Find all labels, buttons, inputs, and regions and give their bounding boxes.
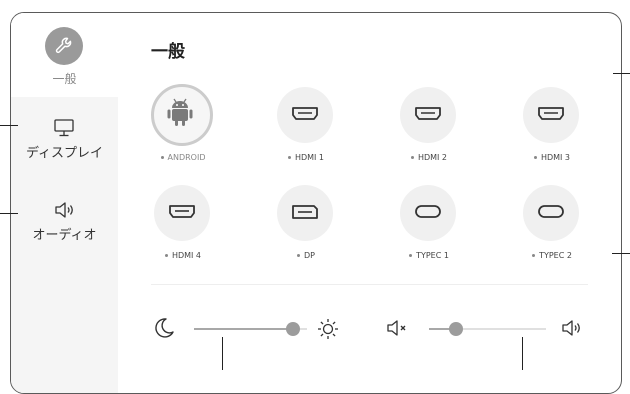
mute-icon — [387, 320, 406, 336]
source-label: DP — [304, 251, 315, 260]
sidebar: 一般 ディスプレイ オーディオ — [11, 13, 118, 393]
callout-line — [522, 337, 523, 370]
settings-panel: 一般 ディスプレイ オーディオ 一般 ANDROID HDMI 1 HDMI 2… — [10, 12, 622, 394]
source-label: HDMI 4 — [171, 251, 202, 260]
volume-knob[interactable] — [448, 322, 463, 336]
source-label: HDMI 3 — [540, 153, 571, 162]
android-icon — [151, 84, 213, 146]
callout-line — [222, 337, 223, 370]
callout-line — [0, 125, 18, 126]
displayport-icon — [277, 185, 333, 241]
page-title: 一般 — [151, 42, 185, 62]
source-label: HDMI 2 — [417, 153, 448, 162]
callout-line — [612, 253, 630, 254]
speaker-icon — [562, 320, 580, 336]
wrench-icon — [45, 27, 83, 65]
sidebar-item-audio[interactable]: オーディオ — [11, 193, 118, 253]
sidebar-item-display[interactable]: ディスプレイ — [11, 111, 118, 171]
hdmi-port-icon — [523, 87, 579, 143]
hdmi-port-icon — [277, 87, 333, 143]
source-label: TYPEC 1 — [416, 251, 449, 260]
hdmi-port-icon — [154, 185, 210, 241]
usb-c-icon — [523, 185, 579, 241]
hdmi-port-icon — [400, 87, 456, 143]
brightness-knob[interactable] — [286, 322, 301, 336]
sun-icon — [318, 319, 338, 339]
source-label: ANDROID — [167, 153, 206, 162]
sidebar-item-general[interactable]: 一般 — [11, 13, 118, 97]
sidebar-item-label: ディスプレイ — [25, 146, 104, 161]
callout-line — [0, 213, 18, 214]
source-label: HDMI 1 — [294, 153, 325, 162]
brightness-fill — [194, 328, 294, 330]
usb-c-icon — [400, 185, 456, 241]
divider — [151, 284, 588, 285]
sidebar-item-label: オーディオ — [32, 228, 97, 243]
monitor-icon — [54, 119, 74, 137]
callout-line — [613, 73, 630, 74]
source-label: TYPEC 2 — [539, 251, 572, 260]
speaker-icon — [55, 202, 73, 218]
sidebar-item-label: 一般 — [52, 72, 77, 86]
moon-icon — [155, 318, 174, 338]
